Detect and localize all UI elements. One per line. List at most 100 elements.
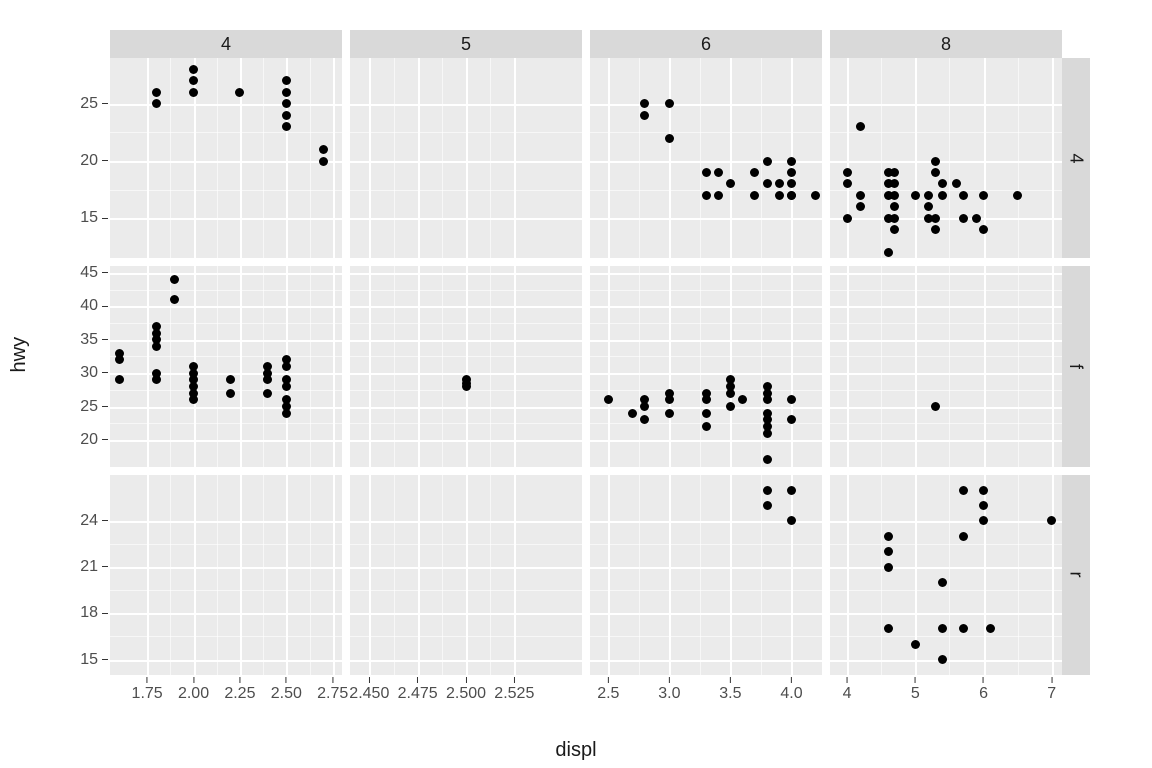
data-point: [282, 122, 291, 131]
panel-4-4: [110, 58, 342, 258]
data-point: [911, 640, 920, 649]
panel-8-r: [830, 475, 1062, 675]
data-point: [763, 486, 772, 495]
data-point: [702, 191, 711, 200]
panel-6-r: [590, 475, 822, 675]
y-tick: 30: [80, 364, 108, 382]
data-point: [924, 191, 933, 200]
data-point: [726, 402, 735, 411]
x-ticks-col-4: 1.752.002.252.502.75: [110, 677, 342, 722]
data-point: [1047, 516, 1056, 525]
data-point: [763, 455, 772, 464]
facet-scatter-chart: hwy displ 45684fr15202520253035404515182…: [0, 0, 1152, 768]
x-tick: 2.525: [494, 677, 534, 703]
data-point: [938, 191, 947, 200]
data-point: [282, 76, 291, 85]
data-point: [763, 429, 772, 438]
data-point: [787, 395, 796, 404]
data-point: [931, 214, 940, 223]
x-tick: 2.5: [597, 677, 619, 703]
data-point: [702, 395, 711, 404]
data-point: [986, 624, 995, 633]
data-point: [884, 248, 893, 257]
x-tick: 4: [843, 677, 852, 703]
x-tick: 2.475: [398, 677, 438, 703]
data-point: [890, 214, 899, 223]
x-tick: 3.0: [658, 677, 680, 703]
data-point: [884, 624, 893, 633]
data-point: [884, 547, 893, 556]
data-point: [665, 134, 674, 143]
data-point: [152, 322, 161, 331]
x-tick: 2.75: [317, 677, 348, 703]
data-point: [787, 191, 796, 200]
data-point: [890, 202, 899, 211]
y-ticks-row-f: 202530354045: [40, 266, 108, 466]
data-point: [924, 202, 933, 211]
data-point: [189, 395, 198, 404]
panel-5-4: [350, 58, 582, 258]
data-point: [738, 395, 747, 404]
data-point: [775, 179, 784, 188]
data-point: [884, 563, 893, 572]
data-point: [714, 168, 723, 177]
y-tick: 20: [80, 431, 108, 449]
data-point: [702, 168, 711, 177]
data-point: [235, 88, 244, 97]
data-point: [152, 375, 161, 384]
x-tick: 2.25: [224, 677, 255, 703]
data-point: [665, 389, 674, 398]
data-point: [665, 99, 674, 108]
data-point: [938, 179, 947, 188]
x-axis-title: displ: [0, 739, 1152, 762]
y-ticks-row-4: 152025: [40, 58, 108, 258]
y-axis-title: hwy: [8, 337, 31, 373]
data-point: [170, 295, 179, 304]
data-point: [787, 516, 796, 525]
data-point: [189, 362, 198, 371]
data-point: [979, 486, 988, 495]
data-point: [763, 157, 772, 166]
data-point: [959, 532, 968, 541]
facet-grid: 45684fr152025202530354045151821241.752.0…: [110, 30, 1090, 720]
x-tick: 2.450: [349, 677, 389, 703]
data-point: [282, 409, 291, 418]
col-strip-cyl-4: 4: [110, 30, 342, 58]
data-point: [763, 389, 772, 398]
data-point: [763, 179, 772, 188]
y-tick: 20: [80, 152, 108, 170]
data-point: [787, 179, 796, 188]
data-point: [152, 99, 161, 108]
data-point: [787, 157, 796, 166]
data-point: [843, 214, 852, 223]
data-point: [938, 624, 947, 633]
x-tick: 1.75: [132, 677, 163, 703]
data-point: [959, 624, 968, 633]
y-tick: 25: [80, 398, 108, 416]
data-point: [890, 168, 899, 177]
data-point: [189, 65, 198, 74]
data-point: [750, 168, 759, 177]
data-point: [811, 191, 820, 200]
data-point: [640, 99, 649, 108]
y-tick: 35: [80, 331, 108, 349]
panel-4-f: [110, 266, 342, 466]
data-point: [911, 191, 920, 200]
data-point: [319, 145, 328, 154]
panel-5-r: [350, 475, 582, 675]
data-point: [628, 409, 637, 418]
x-ticks-col-8: 4567: [830, 677, 1062, 722]
data-point: [931, 225, 940, 234]
data-point: [282, 88, 291, 97]
row-strip-drv-4: 4: [1062, 58, 1090, 258]
x-ticks-col-6: 2.53.03.54.0: [590, 677, 822, 722]
data-point: [115, 355, 124, 364]
data-point: [714, 191, 723, 200]
y-tick: 40: [80, 297, 108, 315]
data-point: [856, 191, 865, 200]
data-point: [263, 389, 272, 398]
data-point: [979, 225, 988, 234]
data-point: [890, 225, 899, 234]
data-point: [787, 486, 796, 495]
data-point: [787, 168, 796, 177]
